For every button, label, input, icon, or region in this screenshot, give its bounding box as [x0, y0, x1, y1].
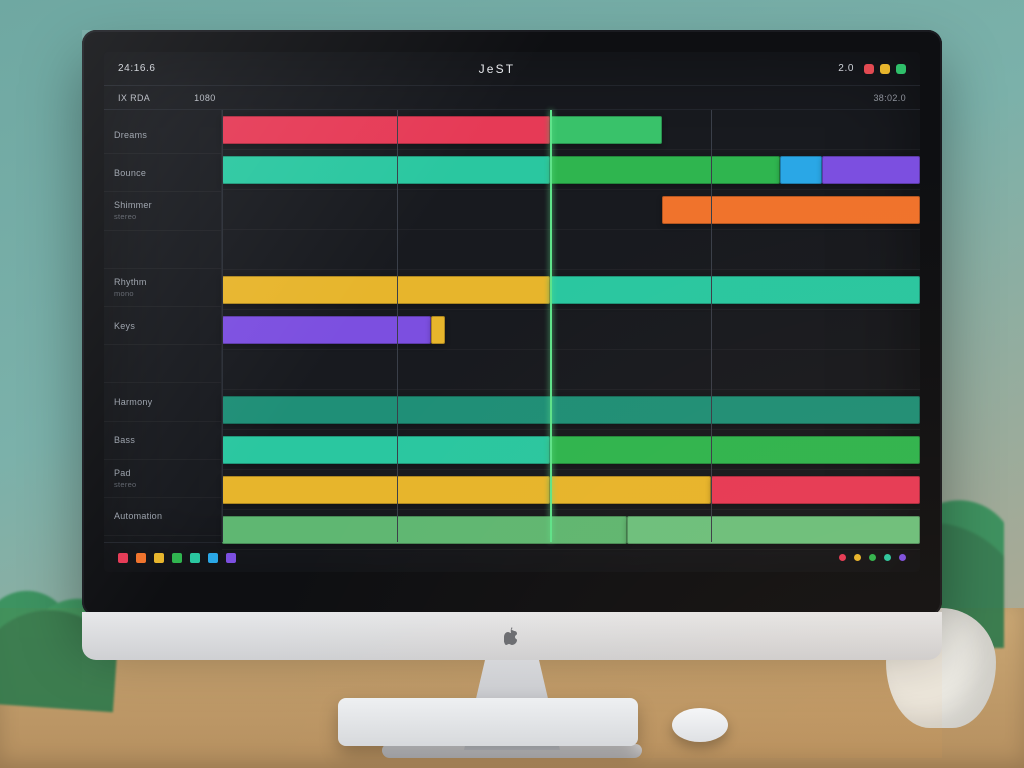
- track-header[interactable]: Pad stereo: [104, 460, 221, 498]
- track-name: Bass: [114, 435, 211, 445]
- info-tab[interactable]: 1080: [194, 93, 215, 103]
- color-swatches: [118, 553, 236, 563]
- track-header[interactable]: [104, 231, 221, 269]
- monitor-bezel: 24:16.6 JeST 2.0 IX RDA1080 38:02.0 Drea: [82, 30, 942, 616]
- clip[interactable]: [550, 156, 780, 184]
- track-name: Harmony: [114, 397, 211, 407]
- track-name: Rhythm: [114, 277, 211, 287]
- close-icon[interactable]: [864, 64, 874, 74]
- status-dot: [884, 554, 891, 561]
- window-controls: [864, 64, 906, 74]
- track-header[interactable]: Harmony: [104, 383, 221, 421]
- info-tab[interactable]: IX RDA: [118, 93, 150, 103]
- status-dot: [839, 554, 846, 561]
- zoom-scale: 2.0: [838, 63, 854, 74]
- timeline-row[interactable]: [222, 310, 920, 350]
- track-subtitle: stereo: [114, 212, 211, 221]
- track-name: Dreams: [114, 130, 211, 140]
- track-name: Bounce: [114, 168, 211, 178]
- apple-logo-icon: [504, 627, 520, 645]
- topbar-left: 24:16.6: [118, 63, 156, 74]
- monitor: 24:16.6 JeST 2.0 IX RDA1080 38:02.0 Drea: [82, 30, 942, 758]
- swatch[interactable]: [190, 553, 200, 563]
- track-header[interactable]: [104, 345, 221, 383]
- swatch[interactable]: [208, 553, 218, 563]
- gridline: [397, 110, 398, 542]
- clip[interactable]: [627, 516, 920, 544]
- timeline-row[interactable]: [222, 230, 920, 270]
- maximize-icon[interactable]: [896, 64, 906, 74]
- clip[interactable]: [222, 476, 550, 504]
- timeline-row[interactable]: [222, 270, 920, 310]
- status-dot: [854, 554, 861, 561]
- clip[interactable]: [780, 156, 822, 184]
- track-header[interactable]: Shimmer stereo: [104, 192, 221, 230]
- topbar: 24:16.6 JeST 2.0: [104, 52, 920, 86]
- app-screen: 24:16.6 JeST 2.0 IX RDA1080 38:02.0 Drea: [104, 52, 920, 572]
- clip[interactable]: [222, 156, 550, 184]
- timeline-row[interactable]: [222, 350, 920, 390]
- gridline: [222, 110, 223, 542]
- track-header[interactable]: Keys: [104, 307, 221, 345]
- timeline-row[interactable]: [222, 510, 920, 550]
- mouse: [672, 708, 728, 742]
- track-name: Pad: [114, 468, 211, 478]
- clip[interactable]: [662, 196, 920, 224]
- timeline-row[interactable]: [222, 110, 920, 150]
- track-name: Keys: [114, 321, 211, 331]
- timeline-rows: [222, 110, 920, 542]
- swatch[interactable]: [154, 553, 164, 563]
- timecode-end: 38:02.0: [873, 93, 906, 103]
- workspace: Dreams Bounce Shimmer stereo Rhythm mono Keys H…: [104, 110, 920, 542]
- clip[interactable]: [222, 516, 627, 544]
- clip[interactable]: [711, 476, 920, 504]
- clip[interactable]: [550, 116, 662, 144]
- clip[interactable]: [550, 476, 711, 504]
- clip[interactable]: [222, 436, 550, 464]
- monitor-chin: [82, 612, 942, 660]
- clip[interactable]: [431, 316, 445, 344]
- gridline: [711, 110, 712, 542]
- clip[interactable]: [550, 276, 920, 304]
- clip[interactable]: [550, 436, 920, 464]
- status-dot: [869, 554, 876, 561]
- timeline-row[interactable]: [222, 470, 920, 510]
- clip[interactable]: [222, 316, 431, 344]
- track-subtitle: mono: [114, 289, 211, 298]
- topbar-right: 2.0: [838, 63, 906, 74]
- track-subtitle: stereo: [114, 480, 211, 489]
- swatch[interactable]: [226, 553, 236, 563]
- clip[interactable]: [222, 276, 550, 304]
- swatch[interactable]: [136, 553, 146, 563]
- timeline-row[interactable]: [222, 390, 920, 430]
- timeline-row[interactable]: [222, 150, 920, 190]
- track-header[interactable]: Bass: [104, 422, 221, 460]
- timeline-row[interactable]: [222, 430, 920, 470]
- track-name: Automation: [114, 511, 211, 521]
- status-dot: [899, 554, 906, 561]
- track-header[interactable]: Bounce: [104, 154, 221, 192]
- minimize-icon[interactable]: [880, 64, 890, 74]
- infobar: IX RDA 1080 38:02.0: [104, 86, 920, 110]
- timeline-row[interactable]: [222, 190, 920, 230]
- status-dots: [839, 554, 906, 561]
- track-name: Shimmer: [114, 200, 211, 210]
- swatch[interactable]: [118, 553, 128, 563]
- swatch[interactable]: [172, 553, 182, 563]
- keyboard: [338, 698, 638, 746]
- timecode-current: 24:16.6: [118, 63, 156, 74]
- timeline[interactable]: [222, 110, 920, 542]
- clip[interactable]: [822, 156, 920, 184]
- track-header[interactable]: Dreams: [104, 116, 221, 154]
- track-header[interactable]: Automation: [104, 498, 221, 536]
- clip[interactable]: [222, 116, 550, 144]
- clip[interactable]: [222, 396, 920, 424]
- track-header[interactable]: Rhythm mono: [104, 269, 221, 307]
- info-tabs: IX RDA 1080: [118, 93, 216, 103]
- playhead[interactable]: [550, 110, 552, 542]
- track-sidebar: Dreams Bounce Shimmer stereo Rhythm mono Keys H…: [104, 110, 222, 542]
- app-title: JeST: [479, 62, 516, 76]
